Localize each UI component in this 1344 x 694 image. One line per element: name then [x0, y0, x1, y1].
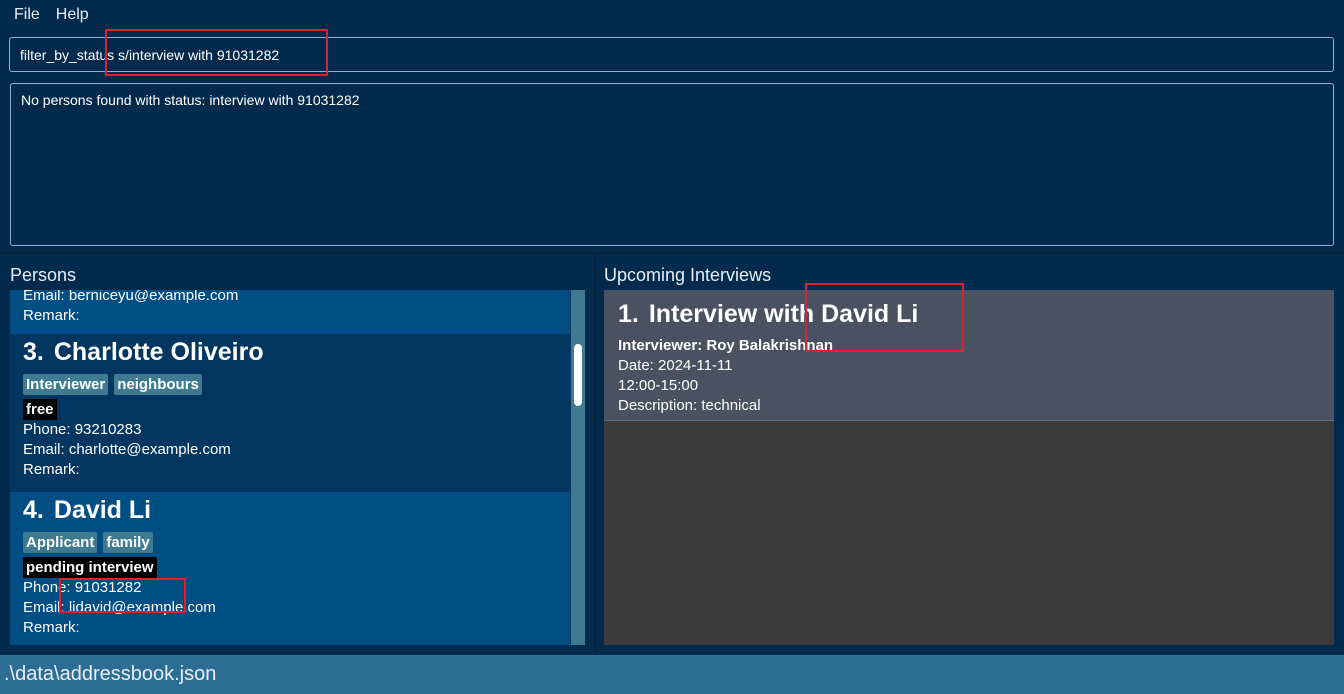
save-location-path: .\data\addressbook.json [4, 663, 217, 685]
persons-panel-title: Persons [10, 265, 77, 285]
interview-date: Date: 2024-11-11 [618, 357, 733, 374]
person-email: Email: charlotte@example.com [23, 441, 231, 458]
person-card[interactable]: 3. Charlotte Oliveiro Interviewer neighb… [10, 334, 570, 492]
person-name-text: David Li [53, 495, 152, 524]
tag-list: Applicant family [23, 532, 570, 553]
result-display: No persons found with status: interview … [10, 83, 1334, 246]
person-email: Email: berniceyu@example.com [23, 290, 239, 304]
person-email: Email: lidavid@example.com [23, 599, 216, 616]
tag: Applicant [23, 532, 98, 553]
menu-help[interactable]: Help [50, 6, 95, 24]
menu-file[interactable]: File [8, 6, 46, 24]
person-index: 4. [23, 495, 44, 524]
persons-scrollbar-thumb[interactable] [574, 344, 582, 406]
interview-description: Description: technical [618, 397, 761, 414]
person-name-text: Charlotte Oliveiro [53, 337, 264, 366]
interview-card[interactable]: 1. Interview with David Li Interviewer: … [604, 290, 1334, 421]
person-phone: Phone: 93210283 [23, 421, 142, 438]
persons-list[interactable]: Email: berniceyu@example.com Remark: 3. … [10, 290, 585, 645]
panel-separator [0, 252, 1344, 254]
tag: Interviewer [23, 374, 109, 395]
menu-bar: File Help [0, 0, 1344, 30]
tag: family [103, 532, 153, 553]
person-index: 3. [23, 337, 44, 366]
person-remark: Remark: [23, 307, 80, 324]
status-badge: free [23, 399, 57, 420]
person-phone: Phone: 91031282 [23, 579, 142, 596]
tag: neighbours [114, 374, 202, 395]
tag-list: Interviewer neighbours [23, 374, 570, 395]
interview-title-text: Interview with David Li [648, 299, 919, 328]
command-input-text: filter_by_status s/interview with 910312… [20, 46, 280, 63]
interview-title: 1. Interview with David Li [618, 296, 1320, 332]
person-name: 4. David Li [23, 492, 570, 528]
person-card[interactable]: 4. David Li Applicant family pending int… [10, 492, 570, 645]
status-badge: pending interview [23, 557, 157, 578]
panel-divider [594, 254, 596, 654]
interviews-panel-title: Upcoming Interviews [604, 265, 772, 285]
command-input[interactable]: filter_by_status s/interview with 910312… [9, 37, 1334, 72]
result-text: No persons found with status: interview … [21, 92, 360, 108]
status-bar: .\data\addressbook.json [0, 655, 1344, 694]
interview-time: 12:00-15:00 [618, 377, 699, 394]
person-remark: Remark: [23, 461, 80, 478]
person-name: 3. Charlotte Oliveiro [23, 334, 570, 370]
interviews-list[interactable]: 1. Interview with David Li Interviewer: … [604, 290, 1334, 645]
person-remark: Remark: [23, 619, 80, 636]
person-card-partial[interactable]: Email: berniceyu@example.com Remark: [10, 290, 570, 334]
interview-interviewer: Interviewer: Roy Balakrishnan [618, 337, 834, 354]
interview-index: 1. [618, 299, 639, 328]
